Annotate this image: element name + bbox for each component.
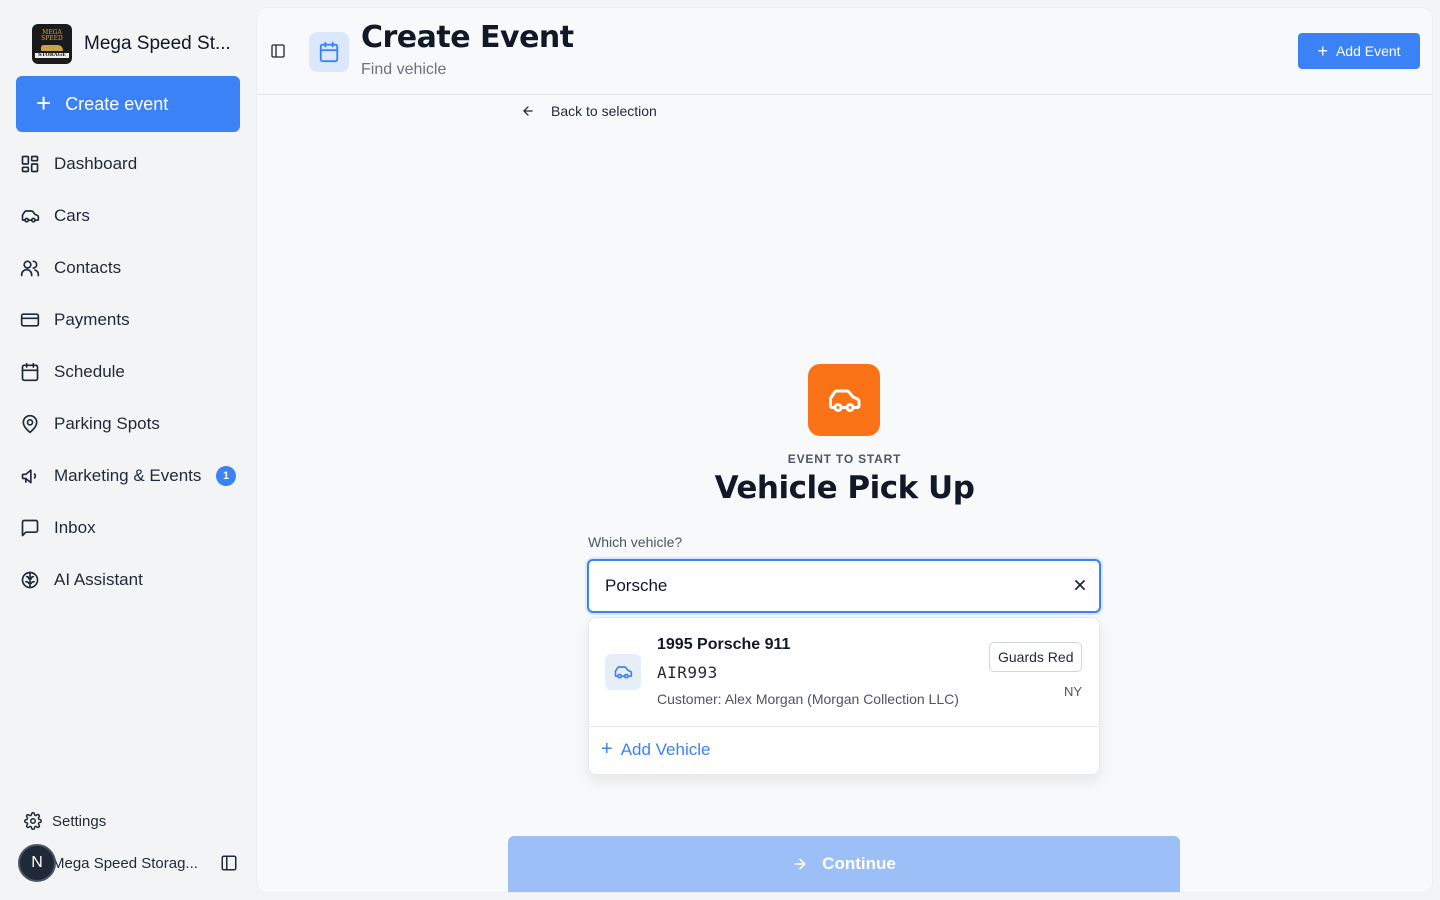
sidebar-item-label: Schedule bbox=[54, 362, 125, 381]
vehicle-field-label: Which vehicle? bbox=[588, 534, 683, 550]
calendar-icon bbox=[21, 362, 39, 382]
page-title: Create Event bbox=[361, 20, 574, 55]
sidebar-item-label: Cars bbox=[54, 206, 90, 225]
vehicle-plate: AIR993 bbox=[657, 663, 718, 682]
brand-logo-text-bottom: STORAGE bbox=[35, 52, 69, 59]
create-event-button[interactable]: + Create event bbox=[16, 76, 240, 132]
sidebar-item-schedule[interactable]: Schedule bbox=[0, 346, 256, 398]
add-event-label: Add Event bbox=[1335, 43, 1401, 59]
users-icon bbox=[20, 260, 40, 277]
close-icon[interactable] bbox=[1073, 578, 1087, 592]
create-event-label: Create event bbox=[65, 93, 169, 114]
brand-logo: MEGA SPEED STORAGE bbox=[32, 24, 72, 64]
add-vehicle-button[interactable]: + Add Vehicle bbox=[601, 738, 711, 760]
dashboard-icon bbox=[21, 155, 39, 173]
brand-logo-text-top: MEGA SPEED bbox=[41, 28, 63, 43]
continue-label: Continue bbox=[822, 854, 896, 873]
brain-icon bbox=[21, 571, 39, 589]
credit-card-icon bbox=[20, 313, 40, 327]
car-icon bbox=[614, 666, 633, 679]
sidebar-item-label: Inbox bbox=[54, 518, 96, 537]
vehicle-customer: Customer: Alex Morgan (Morgan Collection… bbox=[657, 691, 959, 707]
notification-badge: 1 bbox=[216, 466, 236, 486]
header-calendar-badge bbox=[309, 32, 349, 72]
sidebar-item-label: Payments bbox=[54, 310, 130, 329]
car-icon bbox=[829, 389, 861, 412]
sidebar-item-label: Contacts bbox=[54, 258, 122, 277]
vehicle-search-results: 1995 Porsche 911 AIR993 Customer: Alex M… bbox=[588, 617, 1100, 775]
vehicle-search-box bbox=[587, 559, 1101, 613]
megaphone-icon bbox=[21, 469, 37, 484]
sidebar-item-label: Parking Spots bbox=[54, 414, 160, 433]
sidebar-item-inbox[interactable]: Inbox bbox=[0, 502, 256, 554]
sidebar-item-ai-assistant[interactable]: AI Assistant bbox=[0, 554, 256, 606]
add-vehicle-label: Add Vehicle bbox=[620, 740, 711, 759]
sidebar-item-cars[interactable]: Cars bbox=[0, 190, 256, 242]
continue-button[interactable]: Continue bbox=[508, 836, 1180, 892]
car-icon bbox=[21, 210, 40, 223]
sidebar-item-payments[interactable]: Payments bbox=[0, 294, 256, 346]
back-label: Back to selection bbox=[551, 103, 657, 119]
event-type-badge bbox=[808, 364, 880, 436]
result-car-badge bbox=[605, 654, 641, 690]
vehicle-search-input[interactable] bbox=[589, 561, 1059, 611]
sidebar: MEGA SPEED STORAGE Mega Speed St... + Cr… bbox=[0, 0, 256, 900]
arrow-left-icon bbox=[523, 106, 533, 116]
list-item[interactable]: 1995 Porsche 911 AIR993 Customer: Alex M… bbox=[589, 618, 1099, 727]
vehicle-title: 1995 Porsche 911 bbox=[657, 636, 791, 653]
sidebar-item-parking-spots[interactable]: Parking Spots bbox=[0, 398, 256, 450]
event-title: Vehicle Pick Up bbox=[714, 470, 975, 506]
plus-icon: + bbox=[36, 88, 52, 118]
gear-icon bbox=[24, 812, 42, 830]
map-pin-icon bbox=[22, 414, 38, 434]
sidebar-item-label: Marketing & Events bbox=[54, 466, 202, 485]
vehicle-color-tag: Guards Red bbox=[989, 642, 1083, 672]
sidebar-item-contacts[interactable]: Contacts bbox=[0, 242, 256, 294]
add-event-button[interactable]: + Add Event bbox=[1298, 33, 1420, 69]
account-name: Mega Speed Storag... bbox=[52, 854, 198, 872]
calendar-icon bbox=[319, 41, 339, 63]
sidebar-item-label: Dashboard bbox=[54, 154, 138, 173]
arrow-right-icon bbox=[794, 858, 806, 870]
sidebar-nav: Dashboard Cars Contacts Payments Schedul… bbox=[0, 138, 256, 606]
sidebar-item-dashboard[interactable]: Dashboard bbox=[0, 138, 256, 190]
plus-icon: + bbox=[1317, 41, 1328, 61]
sidebar-item-marketing-events[interactable]: Marketing & Events 1 bbox=[0, 450, 256, 502]
page-header: Create Event Find vehicle + Add Event bbox=[257, 8, 1432, 95]
sidebar-item-settings[interactable]: Settings bbox=[24, 812, 106, 830]
panel-collapse-icon[interactable] bbox=[220, 854, 238, 872]
main-panel: Create Event Find vehicle + Add Event Ba… bbox=[257, 8, 1432, 892]
event-caption: EVENT TO START bbox=[787, 452, 902, 466]
page-subtitle: Find vehicle bbox=[361, 61, 447, 78]
sidebar-item-label: AI Assistant bbox=[54, 570, 143, 589]
back-to-selection-link[interactable]: Back to selection bbox=[521, 103, 657, 119]
brand-name: Mega Speed St... bbox=[84, 33, 231, 54]
settings-label: Settings bbox=[52, 812, 107, 830]
avatar[interactable]: N bbox=[18, 844, 56, 882]
plus-icon: + bbox=[601, 738, 613, 760]
message-icon bbox=[21, 519, 39, 537]
vehicle-state: NY bbox=[1064, 684, 1083, 699]
brand[interactable]: MEGA SPEED STORAGE Mega Speed St... bbox=[32, 24, 231, 64]
logo-car-shape bbox=[41, 44, 63, 51]
account-switcher[interactable]: N Mega Speed Storag... bbox=[18, 843, 248, 883]
sidebar-toggle-icon[interactable] bbox=[270, 43, 286, 59]
